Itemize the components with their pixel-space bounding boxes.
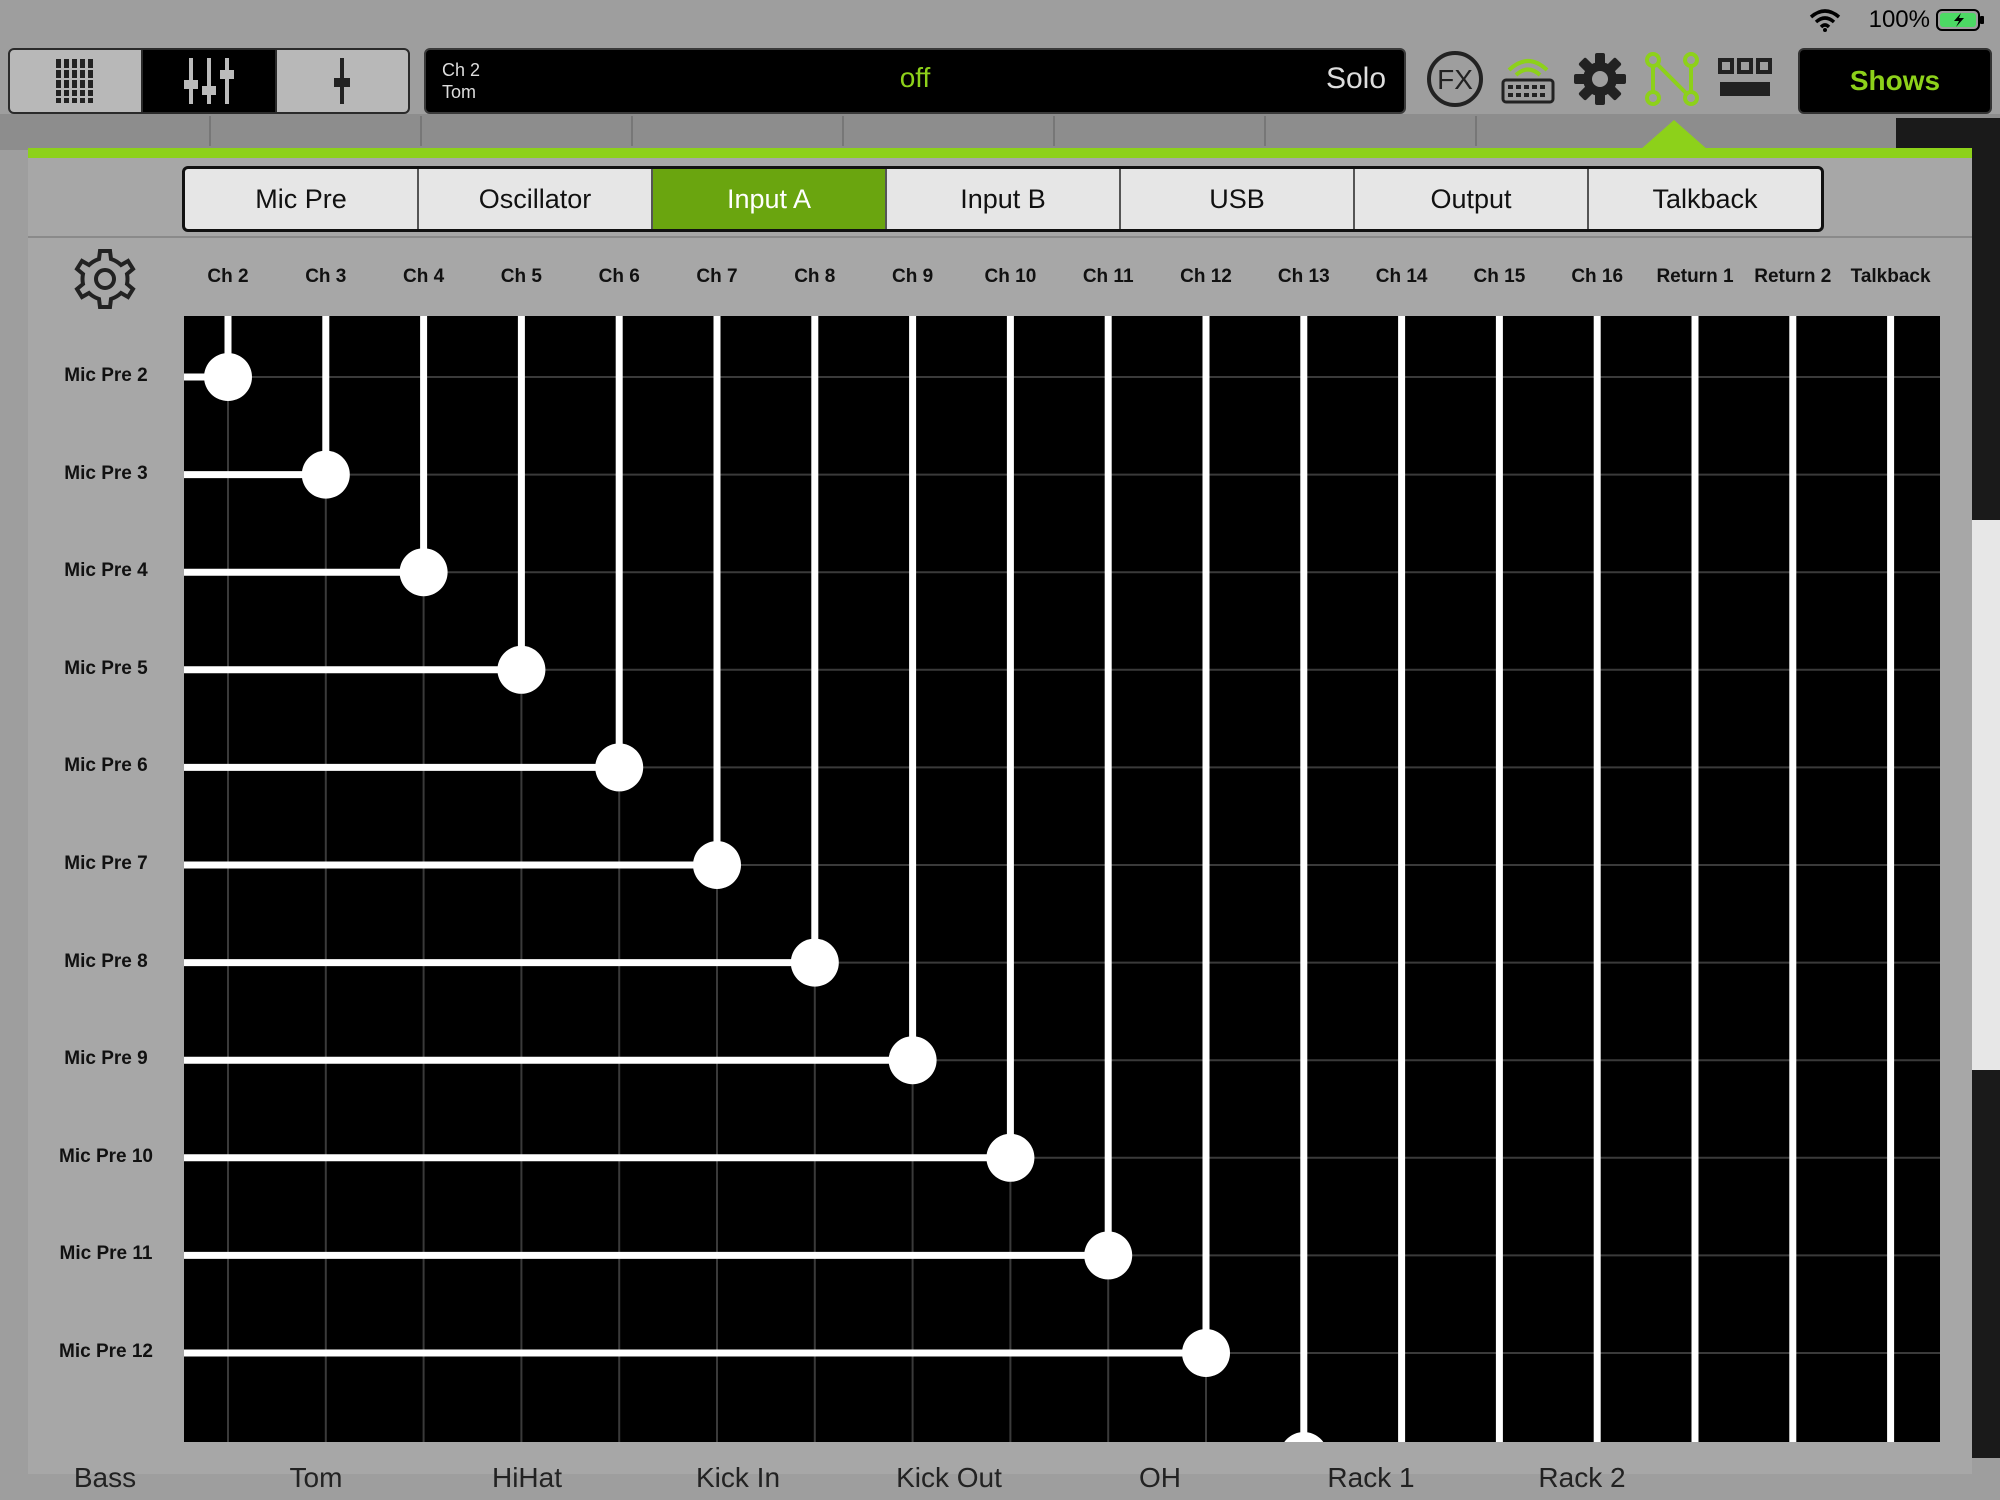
patch-connection-jack[interactable] — [986, 1133, 1035, 1182]
patch-connection-jack[interactable] — [693, 841, 741, 889]
source-label: Mic Pre 12 — [59, 1341, 153, 1362]
patch-connection-jack[interactable] — [888, 1036, 937, 1085]
destination-label: Ch 15 — [1473, 266, 1526, 287]
gear-icon — [74, 249, 136, 309]
strip-divider — [1264, 116, 1266, 146]
strip-divider — [1053, 116, 1055, 146]
source-label: Mic Pre 11 — [59, 1243, 153, 1265]
patchbay-button[interactable] — [1642, 50, 1702, 108]
keyboard-wifi-icon — [1501, 59, 1555, 104]
tab-output[interactable]: Output — [1355, 169, 1589, 229]
destination-label: Return 1 — [1656, 266, 1734, 287]
popup-accent-bar — [28, 148, 1972, 158]
destination-label: Ch 11 — [1082, 266, 1134, 287]
keyboard-button[interactable] — [1498, 50, 1558, 108]
tab-oscillator[interactable]: Oscillator — [419, 169, 653, 229]
view-switcher — [8, 48, 410, 114]
destination-label: Talkback — [1850, 266, 1931, 287]
strip-divider — [631, 116, 633, 146]
background-channel-name: Rack 1 — [1327, 1462, 1415, 1493]
destination-label: Return 2 — [1754, 266, 1832, 287]
tab-input-a[interactable]: Input A — [653, 169, 887, 229]
destination-label: Ch 9 — [892, 266, 934, 287]
destination-label: Ch 2 — [207, 266, 249, 287]
destination-label: Ch 10 — [984, 266, 1037, 287]
gear-icon — [1574, 53, 1626, 105]
destination-label: Ch 8 — [794, 266, 836, 287]
source-label: Mic Pre 9 — [64, 1048, 148, 1070]
background-channel-name: Rack 2 — [1538, 1462, 1626, 1493]
source-label: Mic Pre 7 — [64, 853, 148, 874]
patch-connection-jack[interactable] — [497, 645, 546, 694]
channel-view-button[interactable] — [277, 50, 408, 112]
layout-button[interactable] — [1715, 50, 1775, 108]
shows-button[interactable]: Shows — [1798, 48, 1992, 114]
source-label: Mic Pre 3 — [64, 462, 148, 484]
patchbay-icon — [1645, 52, 1699, 106]
svg-text:FX: FX — [1437, 64, 1473, 95]
battery-percentage: 100% — [1868, 6, 1930, 33]
faders-icon — [183, 58, 234, 104]
channel-display[interactable]: Ch 2 Tom off Solo — [424, 48, 1406, 114]
destination-label: Ch 7 — [696, 266, 738, 287]
strip-divider — [209, 116, 211, 146]
popup-pointer — [1640, 120, 1708, 150]
strip-divider — [420, 116, 422, 146]
destination-label: Ch 16 — [1571, 266, 1624, 287]
tab-talkback[interactable]: Talkback — [1589, 169, 1821, 229]
patch-connection-jack[interactable] — [301, 450, 350, 499]
patchbay-settings-button[interactable] — [72, 246, 138, 312]
wifi-icon — [1809, 9, 1841, 32]
tabs-divider — [28, 236, 1972, 238]
background-channel-name: HiHat — [491, 1462, 562, 1493]
battery-charging-icon — [1936, 9, 1984, 31]
strip-divider — [1475, 116, 1477, 146]
patch-connection-jack[interactable] — [204, 353, 252, 401]
destination-label: Ch 12 — [1180, 266, 1232, 287]
background-channel-name: Bass — [73, 1462, 137, 1493]
source-label: Mic Pre 10 — [59, 1145, 153, 1167]
background-channel-name: Kick Out — [896, 1462, 1002, 1493]
tab-mic-pre[interactable]: Mic Pre — [185, 169, 419, 229]
single-fader-icon — [334, 58, 351, 104]
source-label: Mic Pre 8 — [64, 950, 148, 972]
patchbay-tabs: Mic Pre Oscillator Input A Input B USB Output… — [182, 166, 1824, 232]
settings-button[interactable] — [1570, 50, 1630, 108]
fx-icon: FX — [1427, 51, 1483, 107]
patch-connection-jack[interactable] — [399, 548, 448, 597]
source-label: Mic Pre 2 — [64, 365, 148, 386]
patch-connection-jack[interactable] — [1279, 1432, 1328, 1480]
background-channel-name: Kick In — [695, 1462, 781, 1493]
patch-connection-jack[interactable] — [1084, 1231, 1133, 1280]
source-label: Mic Pre 6 — [64, 755, 148, 777]
tab-usb[interactable]: USB — [1121, 169, 1355, 229]
patch-grid-canvas[interactable] — [184, 316, 1940, 1480]
fx-button[interactable]: FX — [1425, 50, 1485, 108]
patch-grid[interactable] — [184, 316, 1940, 1480]
meters-view-button[interactable] — [10, 50, 144, 112]
destination-label: Ch 3 — [305, 266, 347, 287]
patch-connection-jack[interactable] — [1182, 1329, 1230, 1377]
mixer-view-button[interactable] — [143, 50, 277, 112]
strip-divider — [842, 116, 844, 146]
channel-state: off — [899, 62, 931, 93]
patch-connection-jack[interactable] — [790, 938, 839, 987]
destination-label: Ch 4 — [403, 266, 445, 287]
meters-icon — [53, 59, 98, 103]
destination-label: Ch 6 — [598, 266, 640, 287]
background-channel-name: Tom — [289, 1462, 343, 1493]
destination-label: Ch 14 — [1375, 266, 1428, 287]
solo-button[interactable]: Solo — [1326, 62, 1386, 96]
tab-input-b[interactable]: Input B — [887, 169, 1121, 229]
grid-layout-icon — [1718, 58, 1772, 96]
patch-connection-jack[interactable] — [595, 743, 644, 792]
destination-label: Ch 5 — [500, 266, 542, 287]
status-bar: 100% — [0, 0, 2000, 40]
destination-label: Ch 13 — [1277, 266, 1330, 287]
source-label: Mic Pre 4 — [64, 560, 148, 582]
background-channel-name: OH — [1139, 1462, 1181, 1493]
source-label: Mic Pre 5 — [64, 657, 148, 679]
